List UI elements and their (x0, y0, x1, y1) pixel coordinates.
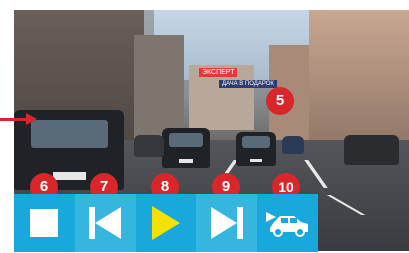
car-center (162, 128, 210, 168)
badge-5: 5 (266, 87, 294, 115)
previous-button[interactable] (74, 194, 136, 252)
skip-previous-icon (89, 207, 122, 239)
car-icon (265, 212, 308, 237)
car-right (236, 132, 276, 166)
play-button[interactable] (135, 194, 197, 252)
car-far-right (344, 135, 399, 165)
pointer-arrow (0, 118, 28, 121)
car-far (134, 135, 164, 157)
car-far-right-2 (282, 136, 304, 154)
camera-toggle-button[interactable] (257, 194, 318, 252)
stop-icon (30, 209, 59, 237)
next-button[interactable] (196, 194, 258, 252)
store-sign: ЭКСПЕРТ (199, 68, 238, 77)
building-right (309, 10, 409, 150)
skip-next-icon (210, 207, 243, 239)
stop-button[interactable] (14, 194, 75, 252)
billboard: ДАЧА В ПОДАРОК (219, 80, 277, 88)
pointer-arrow-head (26, 113, 37, 125)
play-icon (151, 206, 180, 240)
playback-controls (14, 194, 318, 252)
